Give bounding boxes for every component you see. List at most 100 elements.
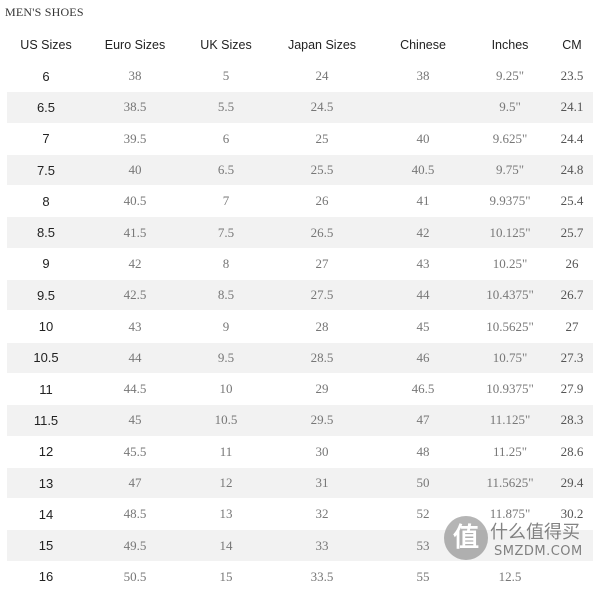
cell-uk: 9 <box>222 318 230 334</box>
cell-japan: 25.5 <box>310 162 334 178</box>
cell-us: 10 <box>38 319 54 335</box>
cell-cm: 25.7 <box>560 224 584 240</box>
cell-us: 8 <box>42 193 50 209</box>
cell-chinese: 38 <box>416 68 430 84</box>
cell-chinese: 47 <box>416 412 430 428</box>
cell-chinese: 41 <box>416 193 430 209</box>
table-row: 8 40.5 7 26 41 9.9375" 25.4 <box>7 186 593 218</box>
cell-euro: 40.5 <box>123 193 147 209</box>
cell-japan: 33 <box>315 537 329 553</box>
cell-uk: 11 <box>219 443 233 459</box>
cell-us: 7 <box>42 131 50 147</box>
cell-chinese: 45 <box>416 318 430 334</box>
watermark-text: 什么值得买 <box>490 522 580 543</box>
cell-inches: 10.25" <box>492 255 528 271</box>
cell-uk: 15 <box>219 568 233 584</box>
table-header-row: US Sizes Euro Sizes UK Sizes Japan Sizes… <box>7 30 593 61</box>
cell-japan: 29 <box>315 381 329 397</box>
cell-chinese: 43 <box>416 255 430 271</box>
cell-us: 14 <box>38 506 54 522</box>
cell-cm: 25.4 <box>560 193 584 209</box>
cell-cm: 28.6 <box>560 443 584 459</box>
cell-us: 7.5 <box>36 162 56 178</box>
cell-us: 6 <box>42 68 50 84</box>
table-row: 6.5 38.5 5.5 24.5 9.5" 24.1 <box>7 92 593 124</box>
cell-japan: 27.5 <box>310 287 334 303</box>
cell-inches: 11.125" <box>489 412 531 428</box>
cell-japan: 29.5 <box>310 412 334 428</box>
cell-us: 13 <box>38 475 54 491</box>
cell-uk: 10 <box>219 381 233 397</box>
watermark: 值 什么值得买 SMZDM.COM <box>444 512 594 572</box>
table-row: 8.5 41.5 7.5 26.5 42 10.125" 25.7 <box>7 217 593 249</box>
cell-uk: 8 <box>222 255 230 271</box>
cell-chinese: 50 <box>416 475 430 490</box>
cell-cm: 27.9 <box>560 381 584 397</box>
cell-us: 15 <box>38 538 54 554</box>
cell-euro: 47 <box>128 475 142 490</box>
cell-us: 10.5 <box>33 350 59 366</box>
table-row: 7 39.5 6 25 40 9.625" 24.4 <box>7 124 593 155</box>
cell-euro: 50.5 <box>123 568 147 584</box>
column-header-cm: CM <box>562 38 582 52</box>
cell-us: 8.5 <box>36 225 56 241</box>
table-row: 9.5 42.5 8.5 27.5 44 10.4375" 26.7 <box>7 280 593 312</box>
cell-japan: 24 <box>315 68 329 84</box>
cell-cm: 23.5 <box>560 68 584 84</box>
cell-uk: 9.5 <box>217 349 235 365</box>
cell-inches: 9.9375" <box>489 193 531 209</box>
cell-uk: 13 <box>219 506 233 522</box>
cell-us: 6.5 <box>36 99 56 115</box>
cell-japan: 27 <box>315 255 329 271</box>
cell-cm: 28.3 <box>560 412 584 428</box>
column-header-japan-sizes: Japan Sizes <box>287 38 357 52</box>
cell-euro: 45.5 <box>123 443 147 459</box>
table-row: 10.5 44 9.5 28.5 46 10.75" 27.3 <box>7 342 593 374</box>
cell-cm: 27.3 <box>560 349 584 365</box>
table-row: 12 45.5 11 30 48 11.25" 28.6 <box>7 437 593 468</box>
table-row: 10 43 9 28 45 10.5625" 27 <box>7 311 593 343</box>
column-header-uk-sizes: UK Sizes <box>200 38 252 52</box>
column-header-us-sizes: US Sizes <box>20 38 72 52</box>
cell-inches: 11.25" <box>492 443 528 459</box>
cell-uk: 8.5 <box>217 287 235 303</box>
cell-inches: 9.75" <box>495 162 525 178</box>
cell-japan: 28 <box>315 318 329 334</box>
cell-euro: 38.5 <box>123 99 147 115</box>
cell-inches: 10.5625" <box>486 318 534 334</box>
cell-japan: 28.5 <box>310 349 334 365</box>
column-header-euro-sizes: Euro Sizes <box>104 38 166 52</box>
cell-us: 11.5 <box>33 412 59 428</box>
cell-japan: 33.5 <box>310 568 334 584</box>
cell-inches: 9.625" <box>492 130 528 146</box>
cell-us: 12 <box>38 444 54 460</box>
cell-cm: 26 <box>565 255 579 271</box>
cell-euro: 41.5 <box>123 224 147 240</box>
cell-japan: 30 <box>315 443 329 459</box>
cell-euro: 44 <box>128 349 142 365</box>
cell-chinese: 48 <box>416 443 430 459</box>
cell-uk: 6 <box>222 130 230 146</box>
cell-euro: 40 <box>128 162 142 178</box>
cell-chinese: 44 <box>416 287 430 303</box>
cell-us: 11 <box>39 381 53 397</box>
cell-uk: 12 <box>219 475 233 490</box>
cell-chinese: 40 <box>416 130 430 146</box>
page-title: MEN'S SHOES <box>5 5 84 19</box>
cell-japan: 31 <box>315 475 329 490</box>
cell-japan: 26.5 <box>310 224 334 240</box>
cell-japan: 25 <box>315 130 329 146</box>
cell-cm: 27 <box>565 318 579 334</box>
cell-cm: 29.4 <box>560 475 584 490</box>
size-chart-table: US Sizes Euro Sizes UK Sizes Japan Sizes… <box>7 30 593 593</box>
cell-inches: 10.75" <box>492 349 528 365</box>
table-row: 13 47 12 31 50 11.5625" 29.4 <box>7 467 593 500</box>
cell-euro: 39.5 <box>123 130 147 146</box>
table-row: 7.5 40 6.5 25.5 40.5 9.75" 24.8 <box>7 154 593 187</box>
cell-uk: 7.5 <box>217 224 235 240</box>
table-row: 6 38 5 24 38 9.25" 23.5 <box>7 61 593 93</box>
cell-inches: 10.9375" <box>486 381 534 397</box>
cell-inches: 10.4375" <box>486 287 534 303</box>
cell-uk: 14 <box>219 537 233 553</box>
cell-inches: 10.125" <box>489 224 531 240</box>
